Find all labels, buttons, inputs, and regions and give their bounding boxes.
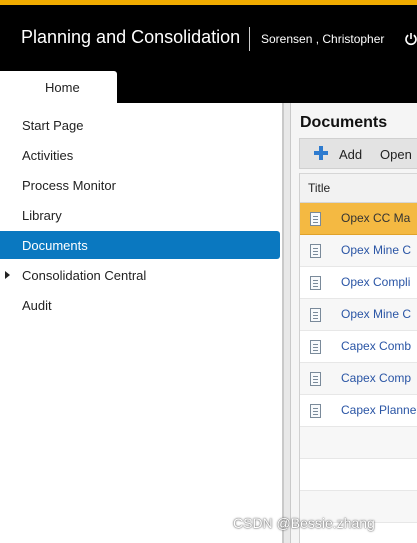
document-icon xyxy=(310,372,321,386)
table-header: Title xyxy=(300,173,417,203)
sidebar: Start Page Activities Process Monitor Li… xyxy=(0,103,283,543)
sidebar-item-library[interactable]: Library xyxy=(0,201,280,229)
column-header-title[interactable]: Title xyxy=(308,181,330,195)
add-button-label: Add xyxy=(339,147,363,162)
sidebar-item-activities[interactable]: Activities xyxy=(0,141,280,169)
document-icon xyxy=(310,244,321,258)
header-separator xyxy=(249,27,250,51)
empty-table-row xyxy=(300,427,417,459)
plus-icon xyxy=(314,146,328,160)
documents-table: Title Opex CC Ma Opex Mine C Opex Compli… xyxy=(299,173,417,543)
tab-home[interactable]: Home xyxy=(0,71,117,103)
power-icon[interactable] xyxy=(404,32,417,46)
document-title: Capex Comp xyxy=(341,371,412,385)
document-title: Capex Comb xyxy=(341,339,412,353)
empty-table-row xyxy=(300,459,417,491)
watermark: CSDN @Bessie.zhang xyxy=(233,515,375,531)
document-icon xyxy=(310,308,321,322)
open-button[interactable]: Open xyxy=(380,147,412,162)
sidebar-item-process-monitor[interactable]: Process Monitor xyxy=(0,171,280,199)
sidebar-item-consolidation-central[interactable]: Consolidation Central xyxy=(0,261,280,289)
documents-toolbar: Add Open xyxy=(299,138,417,169)
sidebar-item-label: Start Page xyxy=(22,118,84,133)
document-title: Opex CC Ma xyxy=(341,211,411,225)
tab-home-label: Home xyxy=(45,80,80,95)
table-row[interactable]: Capex Comb xyxy=(300,331,417,363)
sidebar-item-label: Process Monitor xyxy=(22,178,116,193)
sidebar-item-label: Audit xyxy=(22,298,52,313)
sidebar-item-start-page[interactable]: Start Page xyxy=(0,111,280,139)
sidebar-item-label: Activities xyxy=(22,148,74,163)
document-title: Capex Planne xyxy=(341,403,417,417)
table-row[interactable]: Capex Comp xyxy=(300,363,417,395)
table-row[interactable]: Capex Planne xyxy=(300,395,417,427)
pane-splitter[interactable] xyxy=(283,103,291,543)
table-row[interactable]: Opex Mine C xyxy=(300,299,417,331)
sidebar-item-label: Consolidation Central xyxy=(22,268,147,283)
table-row[interactable]: Opex Mine C xyxy=(300,235,417,267)
expand-arrow-icon[interactable] xyxy=(5,271,10,279)
document-icon xyxy=(310,340,321,354)
documents-pane: Documents Add Open Title Opex CC Ma Opex… xyxy=(291,103,417,543)
document-icon xyxy=(310,276,321,290)
sidebar-item-documents[interactable]: Documents xyxy=(0,231,280,259)
app-title: Planning and Consolidation xyxy=(21,27,241,47)
sidebar-item-label: Library xyxy=(22,208,62,223)
page-title: Documents xyxy=(300,114,388,131)
table-row[interactable]: Opex CC Ma xyxy=(300,203,417,235)
document-icon xyxy=(310,212,321,226)
sidebar-item-audit[interactable]: Audit xyxy=(0,291,280,319)
sidebar-item-label: Documents xyxy=(22,238,88,253)
table-row[interactable]: Opex Compli xyxy=(300,267,417,299)
user-name[interactable]: Sorensen , Christopher xyxy=(261,32,384,46)
document-title: Opex Mine C xyxy=(341,307,412,321)
document-icon xyxy=(310,404,321,418)
document-title: Opex Compli xyxy=(341,275,411,289)
document-title: Opex Mine C xyxy=(341,243,412,257)
